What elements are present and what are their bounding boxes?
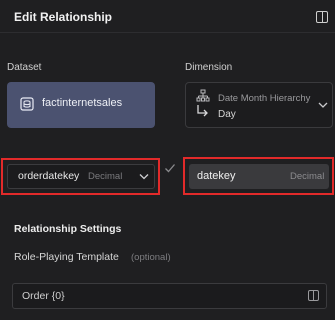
header-divider <box>0 32 335 33</box>
dialog-title: Edit Relationship <box>14 10 113 24</box>
dimension-name: Date Month Hierarchy <box>218 93 311 104</box>
dimension-level: Day <box>218 109 236 120</box>
source-field-value: orderdatekey <box>18 170 80 182</box>
source-field-type: Decimal <box>88 171 123 182</box>
dimension-label: Dimension <box>185 62 233 73</box>
dataset-label: Dataset <box>7 62 42 73</box>
panel-toggle-icon[interactable] <box>316 11 328 23</box>
hierarchy-icon <box>196 89 210 102</box>
optional-hint: (optional) <box>131 252 171 263</box>
target-field-type: Decimal <box>290 171 325 182</box>
level-arrow-icon <box>197 105 208 117</box>
relationship-settings-title: Relationship Settings <box>14 223 122 235</box>
panel-toggle-icon[interactable] <box>308 290 319 301</box>
dataset-icon <box>20 97 34 111</box>
check-icon <box>165 164 175 173</box>
template-value: Order {0} <box>22 290 65 302</box>
chevron-down-icon[interactable] <box>318 101 328 109</box>
role-playing-template-label: Role-Playing Template <box>14 251 119 263</box>
chevron-down-icon[interactable] <box>139 173 149 180</box>
dataset-name: factinternetsales <box>42 97 123 109</box>
target-field-value: datekey <box>197 170 236 182</box>
